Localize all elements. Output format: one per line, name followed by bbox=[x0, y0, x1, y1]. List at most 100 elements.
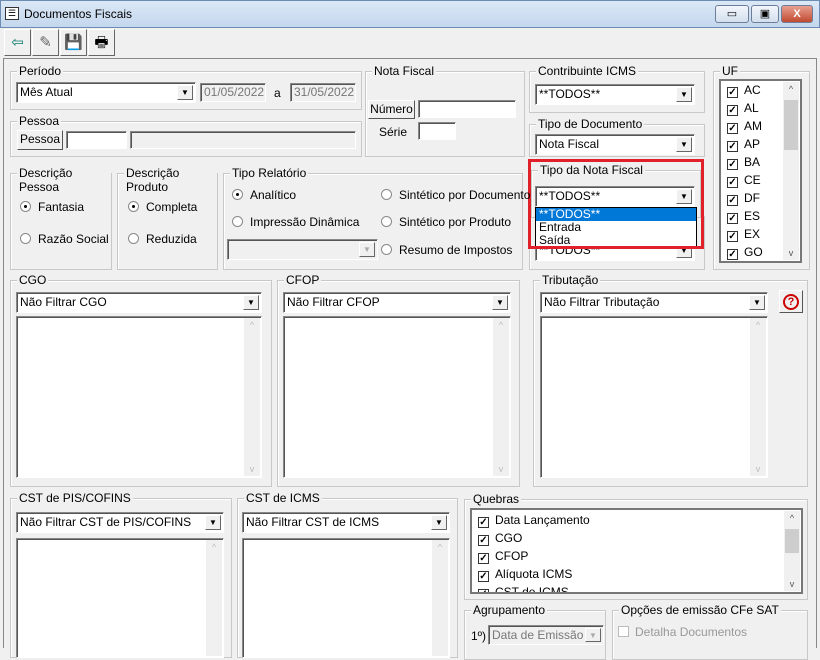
cfop-select[interactable]: Não Filtrar CFOP ▼ bbox=[283, 292, 511, 313]
save-button[interactable]: 💾 bbox=[60, 29, 87, 56]
print-button[interactable]: 🖶 bbox=[88, 29, 115, 56]
checkbox-checked-icon[interactable]: ✓ bbox=[478, 517, 489, 528]
scrollbar[interactable]: ^ v bbox=[783, 82, 799, 260]
detalha-documentos-checkbox[interactable]: Detalha Documentos bbox=[618, 625, 747, 639]
help-button[interactable]: ? bbox=[779, 290, 803, 313]
checkbox-checked-icon[interactable]: ✓ bbox=[727, 87, 738, 98]
numero-input[interactable] bbox=[418, 100, 516, 118]
list-item[interactable]: ✓ Alíquota ICMS bbox=[478, 567, 572, 582]
list-item[interactable]: ✓ AP bbox=[727, 137, 760, 152]
agrupamento-select[interactable]: Data de Emissão ▼ bbox=[488, 625, 604, 645]
cgo-select[interactable]: Não Filtrar CGO ▼ bbox=[16, 292, 262, 313]
list-item[interactable]: ✓ AM bbox=[727, 119, 762, 134]
radio-reduzida[interactable]: Reduzida bbox=[128, 232, 197, 246]
scrollbar[interactable]: ^ bbox=[206, 540, 222, 656]
checkbox-checked-icon[interactable]: ✓ bbox=[727, 159, 738, 170]
app-icon: ☰ bbox=[5, 7, 19, 20]
serie-input[interactable] bbox=[418, 122, 456, 140]
checkbox-checked-icon[interactable]: ✓ bbox=[727, 213, 738, 224]
list-item[interactable]: ✓ CE bbox=[727, 173, 761, 188]
radio-razao-social[interactable]: Razão Social bbox=[20, 232, 109, 246]
chevron-down-icon[interactable]: ▼ bbox=[205, 515, 221, 530]
pessoa-button[interactable]: Pessoa bbox=[17, 130, 63, 150]
list-item[interactable]: ✓ CST de ICMS bbox=[478, 585, 569, 592]
list-item[interactable]: ✓ ES bbox=[727, 209, 760, 224]
maximize-button[interactable]: ▣ bbox=[751, 5, 779, 23]
checkbox-checked-icon[interactable]: ✓ bbox=[478, 571, 489, 582]
scrollbar[interactable]: ^ v bbox=[493, 318, 509, 476]
chevron-down-icon[interactable]: v bbox=[783, 248, 799, 258]
radio-sintetico-produto[interactable]: Sintético por Produto bbox=[381, 215, 511, 229]
checkbox-checked-icon[interactable]: ✓ bbox=[727, 231, 738, 242]
radio-label: Sintético por Documento bbox=[399, 188, 531, 202]
chevron-down-icon[interactable]: ▼ bbox=[492, 295, 508, 310]
chevron-down-icon[interactable]: ▼ bbox=[431, 515, 447, 530]
checkbox-checked-icon[interactable]: ✓ bbox=[727, 123, 738, 134]
radio-fantasia[interactable]: Fantasia bbox=[20, 200, 84, 214]
radio-analitico[interactable]: Analítico bbox=[232, 188, 296, 202]
chevron-down-icon[interactable]: ▼ bbox=[676, 87, 692, 102]
tributacao-select[interactable]: Não Filtrar Tributação ▼ bbox=[540, 292, 768, 313]
list-item-label: EX bbox=[744, 227, 761, 241]
cgo-list[interactable]: ^ v bbox=[16, 316, 262, 478]
close-button[interactable]: X bbox=[781, 5, 813, 23]
chevron-up-icon[interactable]: ^ bbox=[784, 513, 800, 523]
tipo-documento-select[interactable]: Nota Fiscal ▼ bbox=[535, 134, 695, 155]
scrollbar[interactable]: ^ v bbox=[784, 511, 800, 591]
chevron-down-icon[interactable]: ▼ bbox=[585, 628, 601, 642]
scroll-thumb[interactable] bbox=[784, 100, 798, 150]
tributacao-list[interactable]: ^ v bbox=[540, 316, 768, 478]
chevron-up-icon[interactable]: ^ bbox=[783, 84, 799, 94]
list-item[interactable]: ✓ CGO bbox=[478, 531, 522, 546]
list-item[interactable]: ✓ DF bbox=[727, 191, 760, 206]
chevron-down-icon[interactable]: ▼ bbox=[749, 295, 765, 310]
scroll-thumb[interactable] bbox=[785, 529, 799, 553]
radio-sintetico-documento[interactable]: Sintético por Documento bbox=[381, 188, 530, 202]
list-item[interactable]: ✓ Data Lançamento bbox=[478, 513, 590, 528]
list-item[interactable]: ✓ GO bbox=[727, 245, 763, 260]
checkbox-checked-icon[interactable]: ✓ bbox=[478, 589, 489, 592]
cst-pis-list[interactable]: ^ bbox=[16, 538, 224, 658]
checkbox-checked-icon[interactable]: ✓ bbox=[727, 195, 738, 206]
checkbox-checked-icon[interactable]: ✓ bbox=[727, 141, 738, 152]
chevron-down-icon[interactable]: ▼ bbox=[359, 242, 375, 257]
pessoa-code-input[interactable] bbox=[66, 131, 127, 149]
checkbox-checked-icon[interactable]: ✓ bbox=[478, 553, 489, 564]
cst-icms-select[interactable]: Não Filtrar CST de ICMS ▼ bbox=[242, 512, 450, 533]
checkbox-checked-icon[interactable]: ✓ bbox=[727, 249, 738, 260]
highlight-box bbox=[528, 159, 704, 249]
chevron-down-icon[interactable]: v bbox=[784, 579, 800, 589]
contribuinte-select[interactable]: **TODOS** ▼ bbox=[535, 84, 695, 105]
cst-pis-select[interactable]: Não Filtrar CST de PIS/COFINS ▼ bbox=[16, 512, 224, 533]
minimize-button[interactable]: ▭ bbox=[715, 5, 749, 23]
help-icon: ? bbox=[783, 294, 799, 310]
chevron-down-icon[interactable]: ▼ bbox=[243, 295, 259, 310]
radio-label: Analítico bbox=[250, 188, 297, 202]
radio-resumo-impostos[interactable]: Resumo de Impostos bbox=[381, 243, 512, 257]
cst-icms-list[interactable]: ^ bbox=[242, 538, 450, 658]
numero-button[interactable]: Número bbox=[368, 100, 415, 119]
scrollbar[interactable]: ^ v bbox=[244, 318, 260, 476]
chevron-down-icon[interactable]: ▼ bbox=[177, 85, 193, 100]
list-item[interactable]: ✓ CFOP bbox=[478, 549, 528, 564]
radio-completa[interactable]: Completa bbox=[128, 200, 197, 214]
date-to-input[interactable]: 31/05/2022 bbox=[290, 83, 356, 102]
checkbox-checked-icon[interactable]: ✓ bbox=[727, 105, 738, 116]
list-item[interactable]: ✓ BA bbox=[727, 155, 760, 170]
checkbox-checked-icon[interactable]: ✓ bbox=[478, 535, 489, 546]
tipo-relatorio-select[interactable]: ▼ bbox=[227, 239, 378, 260]
list-item[interactable]: ✓ AL bbox=[727, 101, 759, 116]
exit-button[interactable]: ⇦ bbox=[4, 29, 31, 56]
scrollbar[interactable]: ^ v bbox=[750, 318, 766, 476]
periodo-select[interactable]: Mês Atual ▼ bbox=[16, 82, 196, 103]
scrollbar[interactable]: ^ bbox=[432, 540, 448, 656]
chevron-down-icon[interactable]: ▼ bbox=[676, 137, 692, 152]
list-item[interactable]: ✓ EX bbox=[727, 227, 760, 242]
checkbox-checked-icon[interactable]: ✓ bbox=[727, 177, 738, 188]
clear-button[interactable]: ✎ bbox=[32, 29, 59, 56]
date-from-input[interactable]: 01/05/2022 bbox=[200, 83, 266, 102]
cfop-list[interactable]: ^ v bbox=[283, 316, 511, 478]
radio-impressao-dinamica[interactable]: Impressão Dinâmica bbox=[232, 215, 359, 229]
pessoa-name-input[interactable] bbox=[130, 131, 356, 149]
list-item[interactable]: ✓ AC bbox=[727, 83, 761, 98]
